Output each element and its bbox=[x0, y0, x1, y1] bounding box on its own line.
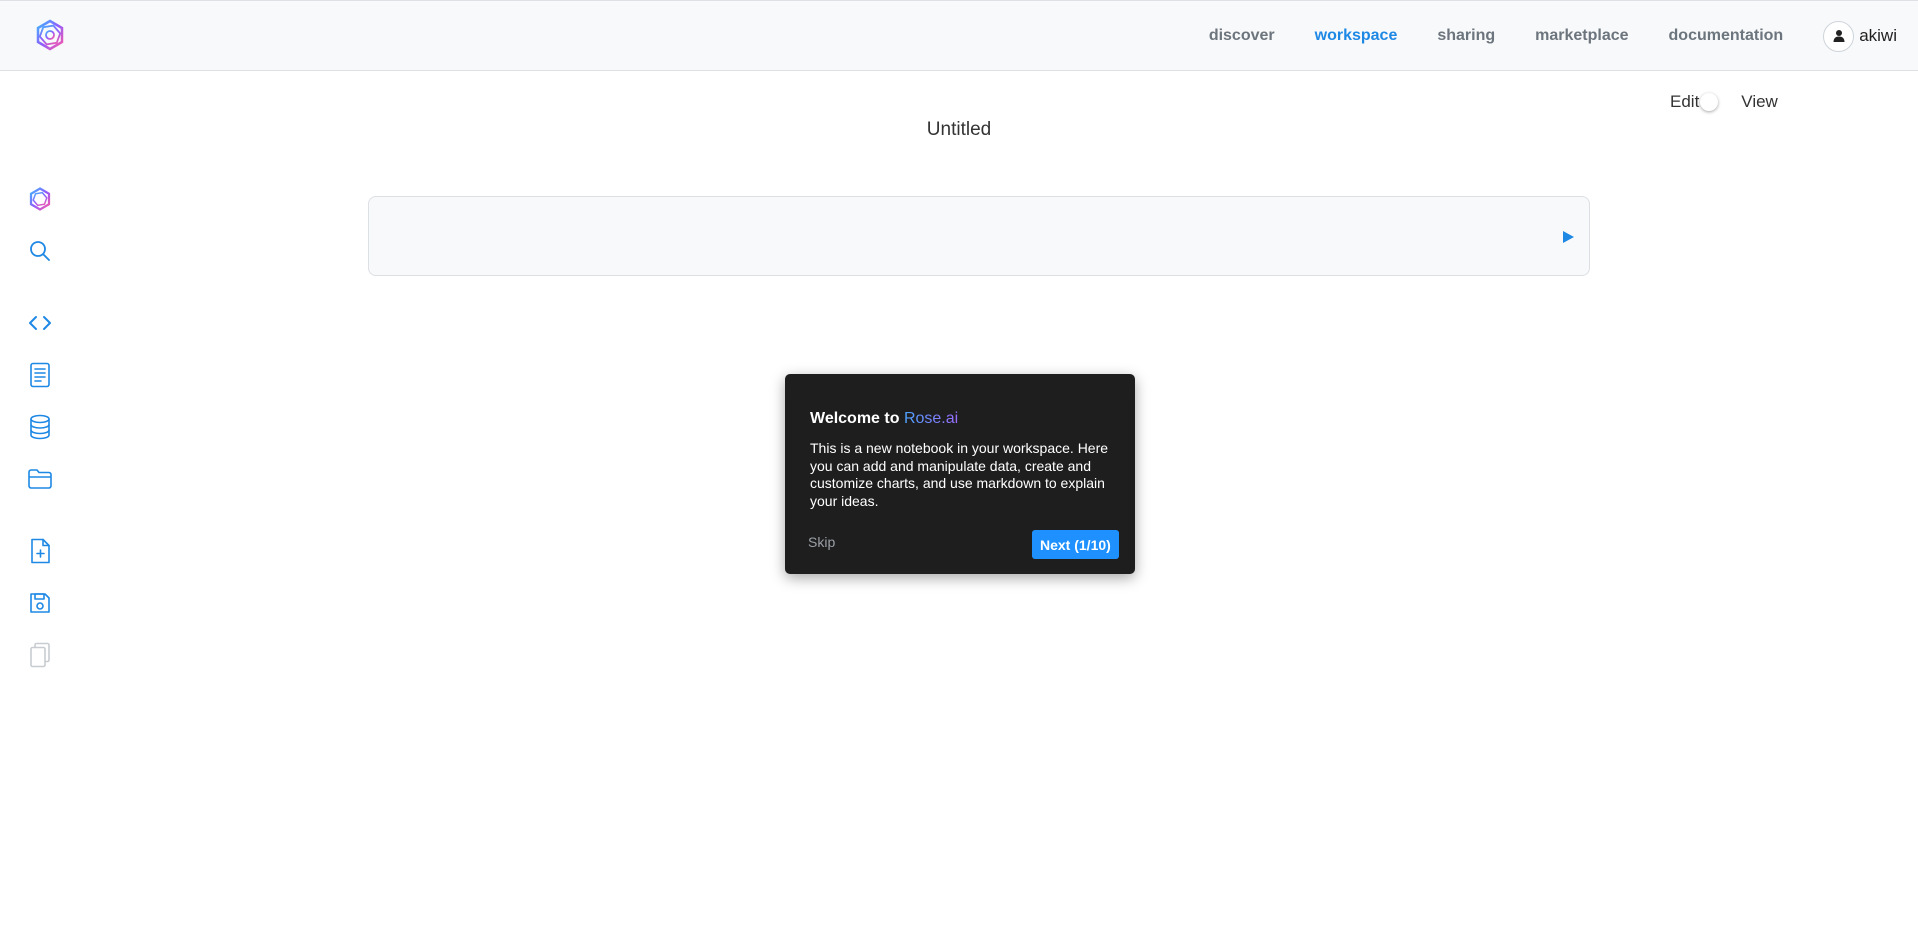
new-file-icon[interactable] bbox=[26, 537, 54, 565]
notebook-cell-input[interactable] bbox=[368, 196, 1590, 276]
copy-icon bbox=[26, 641, 54, 669]
document-icon[interactable] bbox=[26, 361, 54, 389]
nav-marketplace[interactable]: marketplace bbox=[1535, 27, 1628, 45]
search-icon[interactable] bbox=[26, 237, 54, 265]
next-button[interactable]: Next (1/10) bbox=[1032, 530, 1119, 559]
main-nav: discover workspace sharing marketplace d… bbox=[1209, 1, 1918, 71]
welcome-tour-popover: Welcome to Rose.ai This is a new noteboo… bbox=[785, 374, 1135, 574]
tour-title-prefix: Welcome to bbox=[810, 410, 904, 427]
notebook-title[interactable]: Untitled bbox=[0, 119, 1918, 141]
run-cell-icon[interactable] bbox=[1559, 228, 1577, 246]
tour-brand: Rose.ai bbox=[903, 410, 959, 427]
top-navbar: discover workspace sharing marketplace d… bbox=[0, 0, 1918, 71]
user-icon[interactable] bbox=[1823, 20, 1855, 52]
rose-logo-icon[interactable] bbox=[34, 19, 66, 51]
mode-toggle: Edit View bbox=[1670, 92, 1778, 112]
view-label: View bbox=[1741, 92, 1778, 111]
rose-logo-icon[interactable] bbox=[26, 185, 54, 213]
code-icon[interactable] bbox=[26, 309, 54, 337]
nav-sharing[interactable]: sharing bbox=[1437, 27, 1495, 45]
username[interactable]: akiwi bbox=[1859, 26, 1897, 46]
database-icon[interactable] bbox=[26, 413, 54, 441]
tour-body: This is a new notebook in your workspace… bbox=[810, 440, 1109, 509]
nav-documentation[interactable]: documentation bbox=[1669, 27, 1784, 45]
folder-icon[interactable] bbox=[26, 465, 54, 493]
nav-discover[interactable]: discover bbox=[1209, 27, 1275, 45]
skip-button[interactable]: Skip bbox=[808, 534, 835, 550]
save-icon[interactable] bbox=[26, 589, 54, 617]
user-menu[interactable]: akiwi bbox=[1823, 20, 1897, 52]
edit-view-switch[interactable] bbox=[1700, 92, 1737, 112]
tour-title: Welcome to Rose.ai bbox=[810, 410, 958, 428]
edit-label: Edit bbox=[1670, 92, 1700, 111]
switch-knob[interactable] bbox=[1700, 93, 1719, 111]
nav-workspace[interactable]: workspace bbox=[1315, 27, 1398, 45]
